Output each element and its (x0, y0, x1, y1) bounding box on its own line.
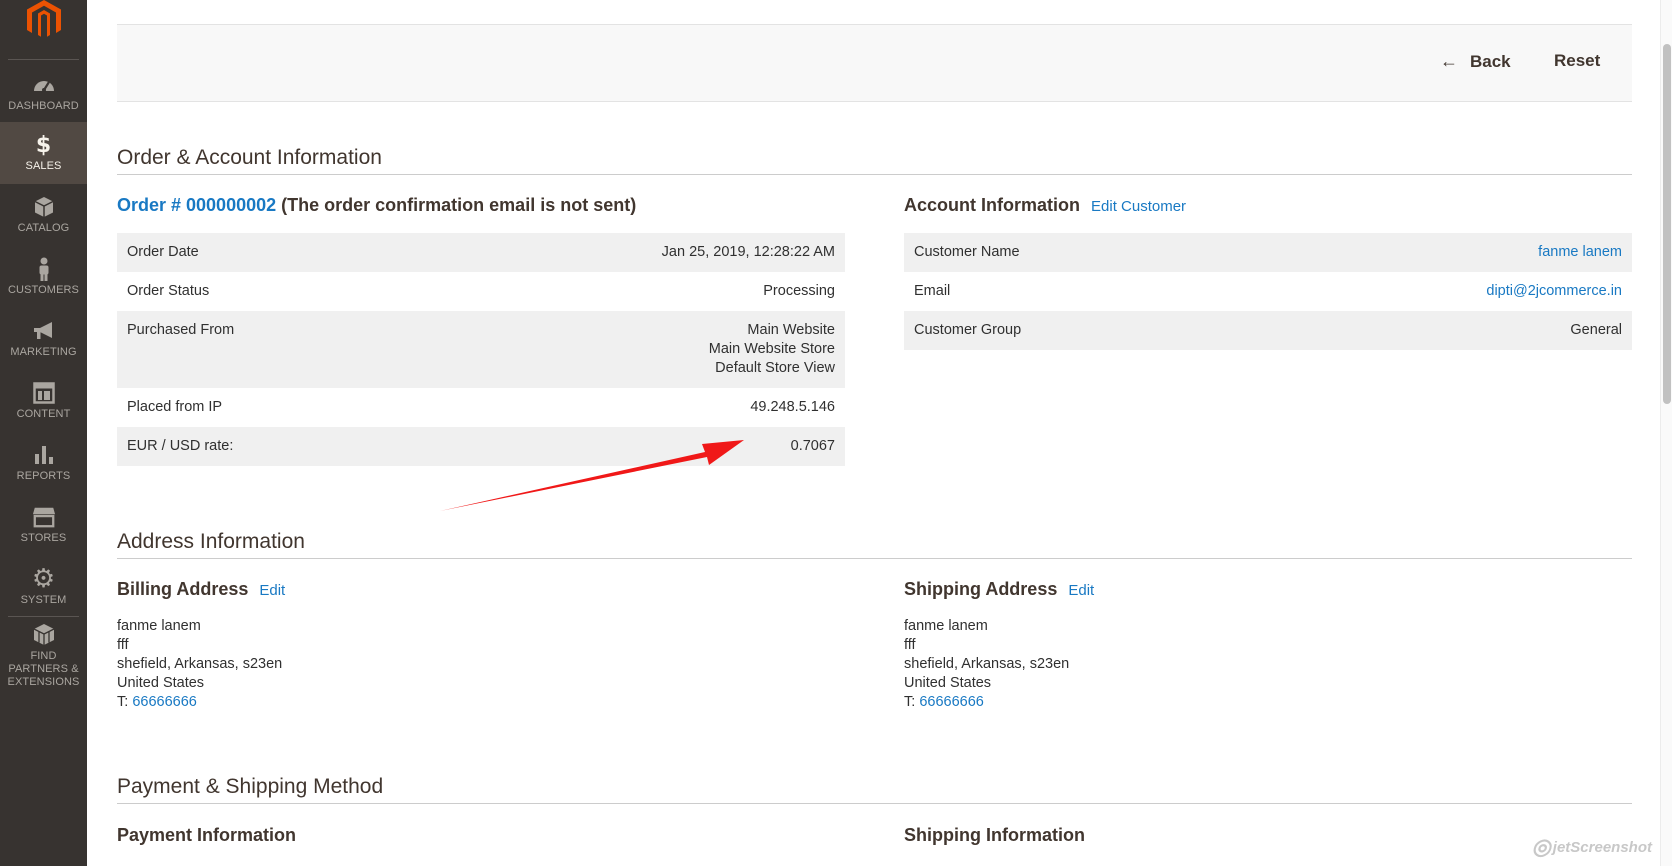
shipping-name: fanme lanem (904, 618, 988, 634)
shipping-phone-prefix: T: (904, 694, 920, 710)
billing-phone-prefix: T: (117, 694, 133, 710)
billing-edit-link[interactable]: Edit (259, 582, 285, 599)
address-section-title: Address Information (117, 530, 1632, 559)
billing-name: fanme lanem (117, 618, 201, 634)
payment-info-title: Payment Information (117, 825, 297, 845)
billing-address-block: fanme lanem fff shefield, Arkansas, s23e… (117, 617, 282, 712)
shipping-city: shefield, Arkansas, s23en (904, 656, 1070, 672)
shipping-address-block: fanme lanem fff shefield, Arkansas, s23e… (904, 617, 1069, 712)
shipping-line2: fff (904, 637, 916, 653)
watermark-eye-icon: ◎ (1531, 834, 1551, 859)
billing-heading: Billing Address Edit (117, 579, 285, 600)
billing-city: shefield, Arkansas, s23en (117, 656, 283, 672)
page-scrollbar[interactable] (1660, 0, 1672, 866)
watermark-text: jetScreenshot (1552, 838, 1652, 856)
shipping-info-title: Shipping Information (904, 825, 1085, 845)
watermark: ◎ jetScreenshot (1532, 834, 1652, 860)
shipping-heading: Shipping Address Edit (904, 579, 1094, 600)
scrollbar-thumb[interactable] (1663, 44, 1671, 404)
payment-shipping-section-title: Payment & Shipping Method (117, 775, 1632, 804)
shipping-address-title: Shipping Address (904, 579, 1058, 599)
billing-line2: fff (117, 637, 129, 653)
annotation-arrow (440, 440, 744, 511)
shipping-phone-link[interactable]: 66666666 (919, 694, 984, 710)
billing-phone-line: T: 66666666 (117, 693, 282, 712)
billing-address-title: Billing Address (117, 579, 249, 599)
shipping-edit-link[interactable]: Edit (1068, 582, 1094, 599)
billing-phone-link[interactable]: 66666666 (132, 694, 197, 710)
shipping-country: United States (904, 675, 992, 691)
shipping-phone-line: T: 66666666 (904, 693, 1069, 712)
billing-country: United States (117, 675, 205, 691)
